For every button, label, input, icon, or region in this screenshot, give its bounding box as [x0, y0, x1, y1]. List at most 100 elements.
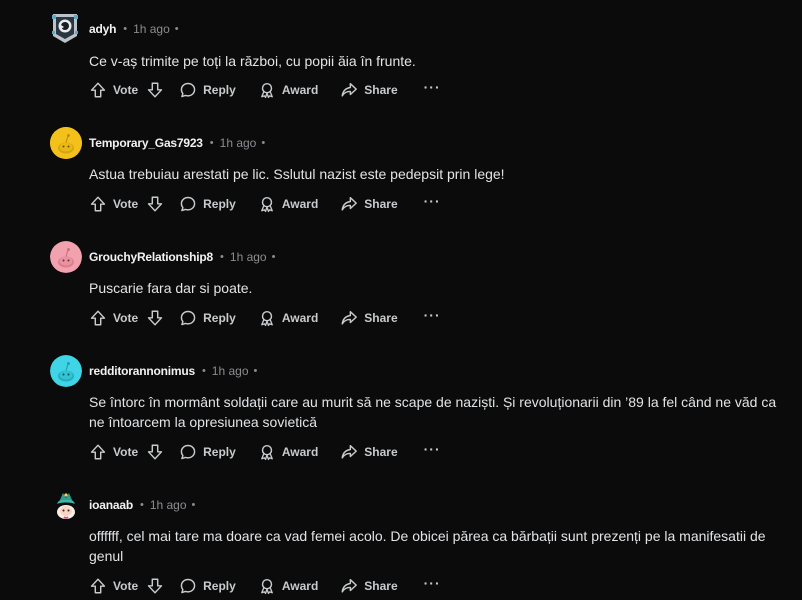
- timestamp[interactable]: 1h ago: [220, 136, 257, 150]
- reply-button[interactable]: Reply: [179, 577, 236, 595]
- upvote-icon[interactable]: [89, 81, 107, 99]
- vote-label: Vote: [113, 83, 139, 97]
- award-button[interactable]: Award: [258, 443, 318, 461]
- comment-meta: GrouchyRelationship8 • 1h ago •: [89, 249, 275, 265]
- comment-meta: ioanaab • 1h ago •: [89, 497, 195, 513]
- snoo-pink-icon[interactable]: [50, 241, 82, 273]
- share-button[interactable]: Share: [340, 309, 398, 327]
- reply-button[interactable]: Reply: [179, 443, 236, 461]
- share-label: Share: [364, 311, 398, 325]
- vote-group: Vote: [89, 577, 164, 595]
- vote-label: Vote: [113, 197, 139, 211]
- more-options-button[interactable]: ···: [424, 80, 441, 94]
- username[interactable]: redditorannonimus: [89, 364, 195, 378]
- timestamp[interactable]: 1h ago: [133, 22, 170, 36]
- downvote-icon[interactable]: [146, 81, 164, 99]
- comment-meta: Temporary_Gas7923 • 1h ago •: [89, 135, 265, 151]
- pixel-avatar-icon[interactable]: [49, 12, 81, 44]
- username[interactable]: adyh: [89, 22, 116, 36]
- timestamp[interactable]: 1h ago: [212, 364, 249, 378]
- reply-label: Reply: [203, 579, 236, 593]
- share-button[interactable]: Share: [340, 443, 398, 461]
- separator: •: [209, 137, 214, 149]
- award-button[interactable]: Award: [258, 195, 318, 213]
- share-button[interactable]: Share: [340, 81, 398, 99]
- award-button[interactable]: Award: [258, 309, 318, 327]
- comment-actions: Vote Reply Award Share ···: [89, 442, 441, 462]
- vote-group: Vote: [89, 81, 164, 99]
- separator: •: [271, 251, 276, 263]
- username[interactable]: GrouchyRelationship8: [89, 250, 213, 264]
- separator: •: [201, 365, 206, 377]
- share-icon: [340, 81, 358, 99]
- comment-text: Ce v-aș trimite pe toți la război, cu po…: [89, 53, 416, 69]
- award-icon: [258, 309, 276, 327]
- downvote-icon[interactable]: [146, 195, 164, 213]
- award-label: Award: [281, 445, 319, 459]
- share-label: Share: [364, 445, 398, 459]
- snoo-custom-icon[interactable]: [50, 489, 82, 521]
- share-label: Share: [364, 83, 398, 97]
- reply-icon: [179, 195, 197, 213]
- vote-label: Vote: [113, 445, 139, 459]
- timestamp[interactable]: 1h ago: [230, 250, 267, 264]
- separator: •: [174, 23, 179, 35]
- more-options-button[interactable]: ···: [424, 442, 441, 456]
- share-icon: [340, 577, 358, 595]
- username[interactable]: Temporary_Gas7923: [89, 136, 203, 150]
- share-button[interactable]: Share: [340, 577, 398, 595]
- award-icon: [258, 443, 276, 461]
- upvote-icon[interactable]: [89, 577, 107, 595]
- comment-text: Puscarie fara dar si poate.: [89, 280, 253, 296]
- comment-actions: Vote Reply Award Share ···: [89, 194, 441, 214]
- upvote-icon[interactable]: [89, 195, 107, 213]
- separator: •: [139, 499, 144, 511]
- comment-text: offffff, cel mai tare ma doare ca vad fe…: [89, 528, 766, 564]
- award-button[interactable]: Award: [258, 81, 318, 99]
- comment-text: Astua trebuiau arestati pe lic. Sslutul …: [89, 166, 505, 182]
- reply-icon: [179, 309, 197, 327]
- downvote-icon[interactable]: [146, 309, 164, 327]
- timestamp[interactable]: 1h ago: [150, 498, 187, 512]
- vote-group: Vote: [89, 195, 164, 213]
- upvote-icon[interactable]: [89, 443, 107, 461]
- username[interactable]: ioanaab: [89, 498, 133, 512]
- share-icon: [340, 195, 358, 213]
- upvote-icon[interactable]: [89, 309, 107, 327]
- reply-label: Reply: [203, 83, 236, 97]
- downvote-icon[interactable]: [146, 577, 164, 595]
- reply-button[interactable]: Reply: [179, 309, 236, 327]
- award-icon: [258, 195, 276, 213]
- separator: •: [261, 137, 266, 149]
- comment-text: Se întorc în mormânt soldații care au mu…: [89, 394, 777, 430]
- comment-meta: redditorannonimus • 1h ago •: [89, 363, 257, 379]
- share-icon: [340, 309, 358, 327]
- award-label: Award: [281, 579, 319, 593]
- reply-label: Reply: [203, 445, 236, 459]
- share-button[interactable]: Share: [340, 195, 398, 213]
- vote-label: Vote: [113, 579, 139, 593]
- reply-button[interactable]: Reply: [179, 81, 236, 99]
- award-button[interactable]: Award: [258, 577, 318, 595]
- award-label: Award: [281, 83, 319, 97]
- separator: •: [123, 23, 128, 35]
- reply-icon: [179, 81, 197, 99]
- reply-button[interactable]: Reply: [179, 195, 236, 213]
- more-options-button[interactable]: ···: [424, 576, 441, 590]
- vote-label: Vote: [113, 311, 139, 325]
- snoo-cyan-icon[interactable]: [50, 355, 82, 387]
- reply-icon: [179, 577, 197, 595]
- comment-actions: Vote Reply Award Share ···: [89, 308, 441, 328]
- downvote-icon[interactable]: [146, 443, 164, 461]
- share-label: Share: [364, 579, 398, 593]
- separator: •: [253, 365, 258, 377]
- vote-group: Vote: [89, 443, 164, 461]
- comment-actions: Vote Reply Award Share ···: [89, 80, 441, 100]
- separator: •: [191, 499, 196, 511]
- snoo-yellow-icon[interactable]: [50, 127, 82, 159]
- more-options-button[interactable]: ···: [424, 308, 441, 322]
- award-icon: [258, 81, 276, 99]
- separator: •: [220, 251, 224, 263]
- more-options-button[interactable]: ···: [424, 194, 441, 208]
- comment-actions: Vote Reply Award Share ···: [89, 576, 441, 596]
